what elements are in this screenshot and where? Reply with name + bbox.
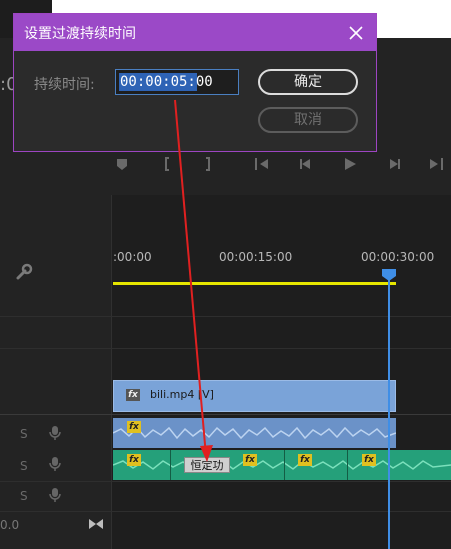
fit-sequence-icon[interactable] xyxy=(88,515,104,529)
audio-clip[interactable]: fx xyxy=(113,418,396,448)
clip-edit-point xyxy=(170,450,171,480)
step-back-icon[interactable] xyxy=(298,156,314,172)
ruler-label-15s: 00:00:15:00 xyxy=(219,250,293,264)
duration-label: 持续时间: xyxy=(34,77,95,93)
fx-badge[interactable]: fx xyxy=(298,454,312,466)
microphone-icon[interactable] xyxy=(48,487,62,503)
marker-icon[interactable] xyxy=(114,156,130,172)
work-area-bar[interactable] xyxy=(113,282,396,285)
audio-waveform xyxy=(113,460,451,470)
solo-button[interactable]: S xyxy=(20,459,28,473)
transition-duration-dialog: 设置过渡持续时间 持续时间: 00:00:05:00 确定 取消 xyxy=(13,13,377,152)
fx-badge[interactable]: fx xyxy=(126,389,140,401)
audio-clip[interactable]: fx fx fx fx xyxy=(113,450,451,480)
step-forward-icon[interactable] xyxy=(386,156,402,172)
track-divider xyxy=(0,414,451,415)
solo-button[interactable]: S xyxy=(20,427,28,441)
fx-badge[interactable]: fx xyxy=(127,421,141,433)
wrench-icon[interactable] xyxy=(14,262,34,282)
in-point-icon[interactable] xyxy=(160,156,176,172)
fx-badge[interactable]: fx xyxy=(362,454,376,466)
duration-input[interactable]: 00:00:05:00 xyxy=(115,69,239,95)
clip-name: bili.mp4 [V] xyxy=(150,388,214,401)
track-divider xyxy=(0,481,451,482)
master-volume-value[interactable]: 0.0 xyxy=(0,518,19,532)
audio-waveform xyxy=(113,426,396,440)
playhead-handle[interactable] xyxy=(382,266,396,281)
go-to-out-icon[interactable] xyxy=(428,156,444,172)
go-to-in-icon[interactable] xyxy=(254,156,270,172)
ok-button[interactable]: 确定 xyxy=(258,69,358,95)
play-icon[interactable] xyxy=(342,156,358,172)
fx-badge[interactable]: fx xyxy=(127,454,141,466)
video-clip[interactable]: fx bili.mp4 [V] xyxy=(113,380,396,412)
audio-transition[interactable]: 恒定功 xyxy=(184,457,230,473)
cancel-button[interactable]: 取消 xyxy=(258,107,358,133)
solo-button[interactable]: S xyxy=(20,489,28,503)
transport-controls xyxy=(110,150,451,180)
clip-edit-point xyxy=(284,450,285,480)
track-divider xyxy=(0,511,451,512)
microphone-icon[interactable] xyxy=(48,425,62,441)
microphone-icon[interactable] xyxy=(48,456,62,472)
duration-value: 00:00:05:00 xyxy=(119,73,213,91)
ruler-label-start: :00:00 xyxy=(113,250,152,264)
track-divider xyxy=(0,316,451,317)
close-icon[interactable] xyxy=(346,23,366,43)
fx-badge[interactable]: fx xyxy=(243,454,257,466)
out-point-icon[interactable] xyxy=(200,156,216,172)
playhead-line xyxy=(388,276,390,549)
clip-edit-point xyxy=(347,450,348,480)
dialog-title: 设置过渡持续时间 xyxy=(24,26,136,42)
track-divider xyxy=(0,348,451,349)
dialog-titlebar[interactable]: 设置过渡持续时间 xyxy=(14,14,376,51)
ruler-label-30s: 00:00:30:00 xyxy=(361,250,435,264)
